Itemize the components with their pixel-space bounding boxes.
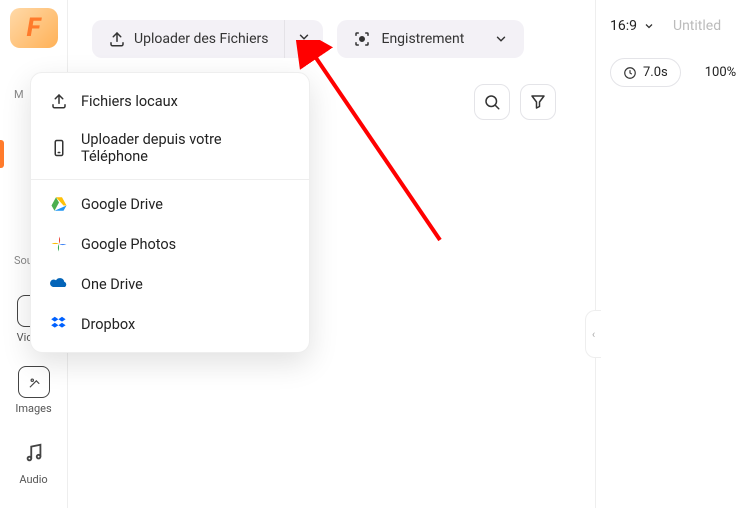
- zoom-value: 100%: [705, 65, 736, 80]
- dropdown-item-phone[interactable]: Uploader depuis votre Téléphone: [31, 121, 309, 175]
- dropdown-item-local[interactable]: Fichiers locaux: [31, 81, 309, 121]
- rail-stub-a: M: [0, 88, 24, 101]
- active-tab-indicator: [0, 140, 4, 168]
- app-logo: F: [10, 8, 58, 48]
- clock-icon: [623, 66, 637, 80]
- onedrive-icon: [49, 274, 69, 294]
- filter-icon: [529, 93, 547, 111]
- dropdown-label: Google Photos: [81, 236, 176, 253]
- project-title[interactable]: Untitled: [673, 18, 721, 34]
- dropdown-item-gdrive[interactable]: Google Drive: [31, 184, 309, 224]
- filter-button[interactable]: [520, 84, 556, 120]
- aspect-ratio-selector[interactable]: 16:9: [610, 18, 655, 34]
- dropdown-label: One Drive: [81, 276, 143, 293]
- search-filter-group: [474, 84, 556, 120]
- right-panel: 16:9 Untitled 7.0s 100%: [595, 0, 750, 508]
- collapse-panel-handle[interactable]: ‹: [585, 310, 601, 358]
- sidebar-item-images[interactable]: Images: [15, 366, 51, 415]
- upload-icon: [49, 91, 69, 111]
- record-button[interactable]: Engistrement: [337, 20, 524, 58]
- dropdown-item-dropbox[interactable]: Dropbox: [31, 304, 309, 344]
- dropdown-item-gphotos[interactable]: Google Photos: [31, 224, 309, 264]
- dropdown-separator: [31, 179, 309, 180]
- dropdown-label: Google Drive: [81, 196, 163, 213]
- dropdown-label: Uploader depuis votre Téléphone: [81, 131, 291, 165]
- chevron-down-icon: [494, 32, 508, 46]
- search-icon: [483, 93, 501, 111]
- search-button[interactable]: [474, 84, 510, 120]
- chevron-down-icon: [643, 20, 655, 32]
- rail-stub-b: Sou: [0, 254, 33, 267]
- logo-letter: F: [27, 13, 41, 43]
- google-photos-icon: [49, 234, 69, 254]
- upload-button-group: Uploader des Fichiers: [92, 20, 323, 58]
- sidebar-label-images: Images: [15, 402, 51, 415]
- dropdown-label: Fichiers locaux: [81, 93, 178, 110]
- duration-pill[interactable]: 7.0s: [610, 58, 681, 87]
- dropdown-item-onedrive[interactable]: One Drive: [31, 264, 309, 304]
- record-label: Engistrement: [381, 31, 464, 47]
- image-icon: [18, 366, 50, 398]
- google-drive-icon: [49, 194, 69, 214]
- dropdown-label: Dropbox: [81, 316, 135, 333]
- audio-icon: [18, 437, 50, 469]
- record-icon: [353, 30, 371, 48]
- upload-dropdown-menu: Fichiers locaux Uploader depuis votre Té…: [30, 72, 310, 353]
- dropbox-icon: [49, 314, 69, 334]
- sidebar-label-audio: Audio: [19, 473, 47, 486]
- chevron-down-icon: [297, 30, 311, 44]
- duration-value: 7.0s: [643, 65, 668, 80]
- chevron-left-icon: ‹: [592, 328, 595, 341]
- upload-button[interactable]: Uploader des Fichiers: [92, 20, 284, 58]
- zoom-control[interactable]: 100%: [701, 59, 740, 86]
- phone-icon: [49, 138, 69, 158]
- upload-icon: [108, 30, 126, 48]
- upload-label: Uploader des Fichiers: [134, 31, 268, 47]
- sidebar-item-audio[interactable]: Audio: [18, 437, 50, 486]
- aspect-value: 16:9: [610, 18, 637, 34]
- top-toolbar: Uploader des Fichiers Engistrement: [68, 0, 590, 58]
- upload-dropdown-toggle[interactable]: [284, 20, 323, 58]
